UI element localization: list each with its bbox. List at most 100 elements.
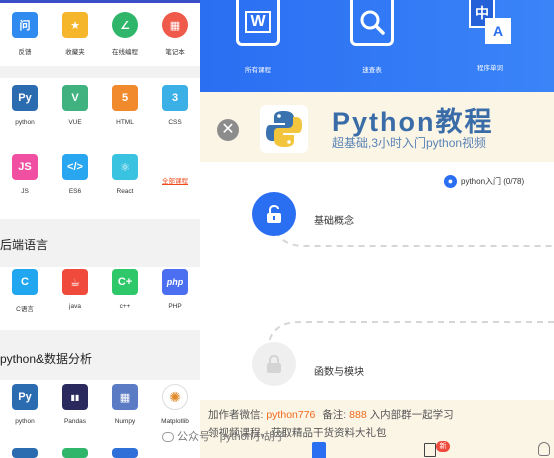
- nav-label: 所有课程: [245, 67, 271, 74]
- feedback-icon: 问: [12, 12, 38, 38]
- php-icon: php: [162, 269, 188, 295]
- course-css[interactable]: 3 CSS: [150, 85, 200, 126]
- course-js[interactable]: JS JS: [0, 154, 50, 195]
- course-detail-panel: W 所有课程 速查表 中 A 程序单词 ✕ Python教程 超基础,3小时入门…: [200, 0, 554, 458]
- course-subtitle: 超基础,3小时入门python视频: [332, 136, 487, 150]
- tool-label: 在线编程: [112, 49, 138, 56]
- frontend-row-1: Py python V VUE 5 HTML 3 CSS: [0, 85, 200, 126]
- frontend-row-2: JS JS </> ES6 ⚛ React 全部课程: [0, 154, 200, 195]
- course-label: Matplotlib: [161, 418, 189, 425]
- course-label: C语言: [16, 306, 34, 313]
- close-icon[interactable]: ✕: [217, 119, 239, 141]
- pandas-icon: ▮▮: [62, 384, 88, 410]
- matplotlib-icon: ✺: [162, 384, 188, 410]
- tool-label: 反馈: [18, 49, 32, 56]
- html5-icon: 5: [112, 85, 138, 111]
- course-cpp[interactable]: C+ c++: [100, 269, 150, 313]
- lock-icon: [267, 355, 281, 373]
- unlock-icon: [267, 205, 281, 223]
- lightbulb-icon[interactable]: [538, 442, 550, 456]
- course-python-2[interactable]: Py python: [0, 384, 50, 425]
- course-label: python: [15, 418, 35, 425]
- course-label: Pandas: [63, 418, 87, 425]
- section-title-python: python&数据分析: [0, 352, 93, 366]
- tool-favorites[interactable]: ★ 收藏夹: [50, 12, 100, 56]
- course-label: CSS: [168, 119, 182, 126]
- nav-label: 程序单词: [477, 65, 503, 72]
- numpy-icon: ▦: [112, 384, 138, 410]
- header-nav: W 所有课程 速查表 中 A 程序单词: [200, 0, 554, 92]
- tool-feedback[interactable]: 问 反馈: [0, 12, 50, 56]
- top-accent-bar: [0, 0, 200, 3]
- course-label: React: [116, 188, 134, 195]
- new-badge: 新: [436, 441, 450, 452]
- course-label: JS: [21, 188, 29, 195]
- next-row-peek: [0, 448, 200, 458]
- tool-notebook[interactable]: ▦ 笔记本: [150, 12, 200, 56]
- course-label: ES6: [68, 188, 82, 195]
- watermark-text: 公众号 · python小胡子: [162, 428, 286, 444]
- react-icon: ⚛: [112, 154, 138, 180]
- lesson-map: ● python入门 (0/78) 基础概念 函数与模块: [200, 162, 554, 400]
- note-code: 888: [349, 409, 367, 421]
- course-banner: ✕ Python教程 超基础,3小时入门python视频: [200, 92, 554, 162]
- course-icon-peek: [62, 448, 88, 458]
- course-label: c++: [119, 303, 131, 310]
- course-label: python: [15, 119, 35, 126]
- course-es6[interactable]: </> ES6: [50, 154, 100, 195]
- folder-icon: ★: [62, 12, 88, 38]
- es6-icon: </>: [62, 154, 88, 180]
- category-panel: 问 反馈 ★ 收藏夹 ∠ 在线编程 ▦ 笔记本 Py python V VUE …: [0, 0, 200, 458]
- course-label: HTML: [116, 119, 134, 126]
- quick-tools-row: 问 反馈 ★ 收藏夹 ∠ 在线编程 ▦ 笔记本: [0, 12, 200, 56]
- python-icon: Py: [12, 384, 38, 410]
- nav-program-words[interactable]: 中 A 程序单词: [465, 0, 515, 72]
- nav-cheatsheet[interactable]: 速查表: [350, 0, 394, 74]
- course-icon-peek: [112, 448, 138, 458]
- course-c[interactable]: C C语言: [0, 269, 50, 313]
- lesson-node-functions[interactable]: [252, 342, 296, 386]
- course-java[interactable]: ☕ java: [50, 269, 100, 313]
- wechat-icon: [162, 432, 174, 443]
- lesson-label: 基础概念: [314, 216, 354, 227]
- course-react[interactable]: ⚛ React: [100, 154, 150, 195]
- course-php[interactable]: php PHP: [150, 269, 200, 313]
- cpp-icon: C+: [112, 269, 138, 295]
- nav-label: 速查表: [362, 67, 382, 74]
- all-courses-link[interactable]: 全部课程: [150, 154, 200, 195]
- wechat-id: python776: [266, 409, 316, 421]
- c-language-icon: C: [12, 269, 38, 295]
- course-vue[interactable]: V VUE: [50, 85, 100, 126]
- javascript-icon: JS: [12, 154, 38, 180]
- list-icon[interactable]: [424, 443, 436, 457]
- lesson-node-basics[interactable]: [252, 192, 296, 236]
- css3-icon: 3: [162, 85, 188, 111]
- course-pandas[interactable]: ▮▮ Pandas: [50, 384, 100, 425]
- all-courses-icon: W: [236, 0, 280, 46]
- nav-all-courses[interactable]: W 所有课程: [236, 0, 280, 74]
- book-icon[interactable]: [312, 442, 326, 458]
- course-label: java: [69, 303, 81, 310]
- tool-label: 收藏夹: [65, 49, 85, 56]
- course-icon-peek: [12, 448, 38, 458]
- java-icon: ☕: [62, 269, 88, 295]
- promo-line-1: 加作者微信: python776 备注: 888 入内部群一起学习: [208, 409, 454, 421]
- tool-online-coding[interactable]: ∠ 在线编程: [100, 12, 150, 56]
- all-courses-label: 全部课程: [162, 178, 188, 185]
- section-title-backend: 后端语言: [0, 238, 49, 252]
- magnifier-icon: [360, 10, 385, 35]
- section-divider: [0, 66, 200, 78]
- course-label: Numpy: [114, 418, 136, 425]
- online-coding-icon: ∠: [112, 12, 138, 38]
- python-icon: Py: [12, 85, 38, 111]
- course-matplotlib[interactable]: ✺ Matplotlib: [150, 384, 200, 425]
- course-numpy[interactable]: ▦ Numpy: [100, 384, 150, 425]
- program-words-icon: 中 A: [465, 0, 515, 46]
- course-label: VUE: [68, 119, 82, 126]
- course-python[interactable]: Py python: [0, 85, 50, 126]
- course-html[interactable]: 5 HTML: [100, 85, 150, 126]
- vue-icon: V: [62, 85, 88, 111]
- search-table-icon: [350, 0, 394, 46]
- course-label: PHP: [168, 303, 182, 310]
- python-logo-icon: [260, 105, 308, 153]
